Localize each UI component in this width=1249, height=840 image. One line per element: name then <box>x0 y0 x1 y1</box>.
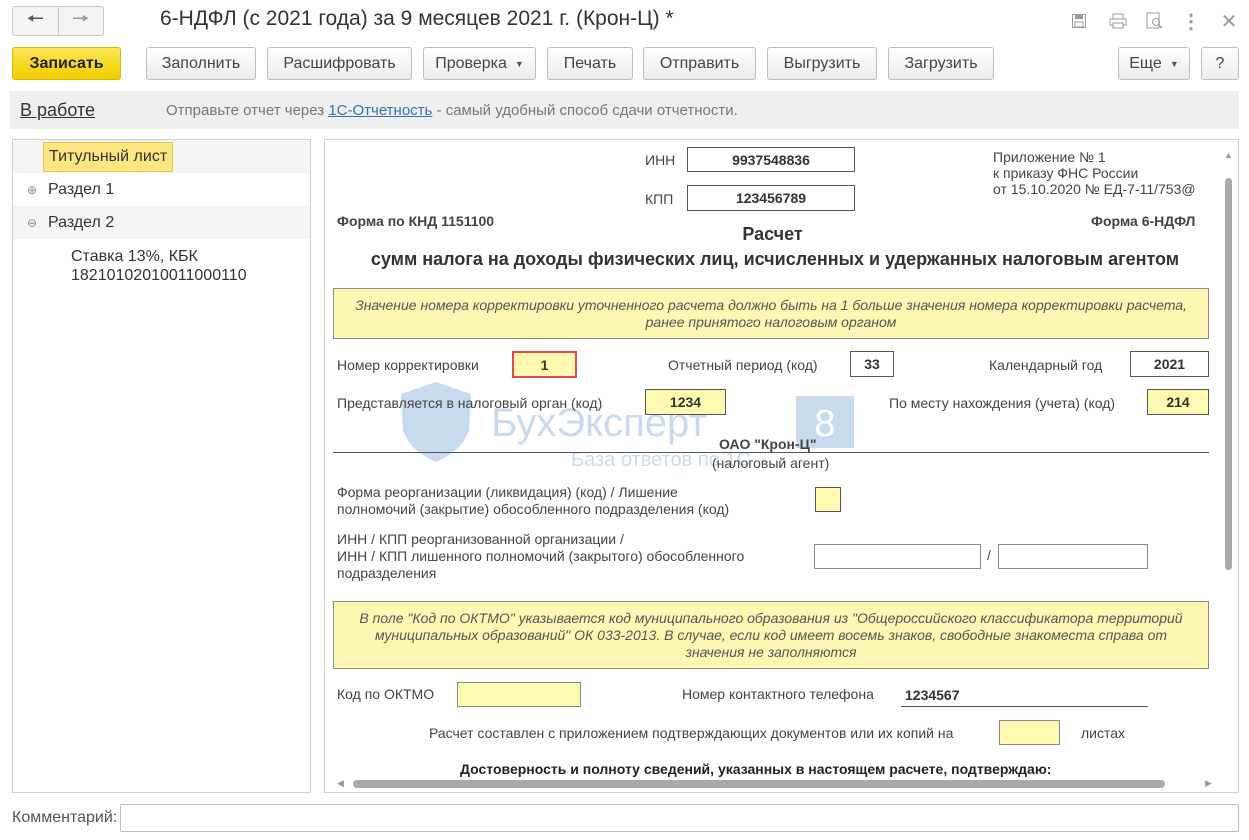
horizontal-scroll-thumb[interactable] <box>353 780 1165 788</box>
appendix-note: Приложение № 1 к приказу ФНС России от 1… <box>993 149 1196 197</box>
fill-button[interactable]: Заполнить <box>146 47 256 80</box>
appendix-line3: от 15.10.2020 № ЕД-7-11/753@ <box>993 181 1196 197</box>
phone-label: Номер контактного телефона <box>682 686 874 702</box>
check-dropdown-button[interactable]: Проверка ▼ <box>423 47 536 80</box>
tree-item-section2[interactable]: ⊖ Раздел 2 <box>13 206 310 239</box>
comment-label: Комментарий: <box>12 809 118 826</box>
more-button-label: Еще <box>1129 54 1162 72</box>
inn-kpp-label-line1: ИНН / КПП реорганизованной организации / <box>337 531 624 547</box>
check-button-label: Проверка <box>435 54 507 72</box>
decode-button[interactable]: Расшифровать <box>267 47 412 80</box>
info-text-before: Отправьте отчет через <box>166 102 329 119</box>
export-button[interactable]: Выгрузить <box>767 47 877 80</box>
chevron-down-icon: ▼ <box>514 58 524 69</box>
correction-field[interactable]: 1 <box>512 351 577 378</box>
period-field[interactable]: 33 <box>850 351 894 377</box>
nav-buttons: 🠔 🠖 <box>12 6 104 36</box>
close-icon[interactable]: ✕ <box>1218 10 1240 33</box>
appendix-line2: к приказу ФНС России <box>993 165 1139 181</box>
window-title: 6-НДФЛ (с 2021 года) за 9 месяцев 2021 г… <box>160 7 674 30</box>
period-label: Отчетный период (код) <box>668 357 818 373</box>
scroll-right-icon[interactable]: ▶ <box>1205 778 1212 789</box>
tree-item-section1[interactable]: ⊕ Раздел 1 <box>13 173 310 206</box>
info-text: Отправьте отчет через 1С-Отчетность - са… <box>166 102 738 119</box>
year-label: Календарный год <box>989 357 1103 373</box>
watermark-digit: 8 <box>814 403 835 445</box>
status-link[interactable]: В работе <box>20 100 95 121</box>
location-label: По месту нахождения (учета) (код) <box>889 395 1116 411</box>
tree-item-rate-13[interactable]: Ставка 13%, КБК 18210102010011000110 <box>71 247 247 285</box>
agent-name: ОАО "Крон-Ц" <box>719 436 817 452</box>
correction-hint: Значение номера корректировки уточненног… <box>333 288 1209 339</box>
sections-tree: Титульный лист ⊕ Раздел 1 ⊖ Раздел 2 Ста… <box>12 139 311 793</box>
reorg-label-line1: Форма реорганизации (ликвидация) (код) /… <box>337 484 678 500</box>
scroll-up-icon[interactable]: ▲ <box>1224 150 1233 160</box>
inn-kpp-reorg-label: ИНН / КПП реорганизованной организации /… <box>337 531 744 582</box>
more-dropdown-button[interactable]: Еще ▼ <box>1118 47 1190 80</box>
reorg-inn-field[interactable] <box>814 544 981 569</box>
sheets-suffix: листах <box>1081 725 1126 741</box>
reorg-label: Форма реорганизации (ликвидация) (код) /… <box>337 484 729 518</box>
oktmo-hint: В поле "Код по ОКТМО" указывается код му… <box>333 601 1209 669</box>
oktmo-label: Код по ОКТМО <box>337 686 435 702</box>
tree-item-title-page[interactable]: Титульный лист <box>13 140 310 173</box>
more-vert-icon[interactable]: ⋮ <box>1180 10 1202 33</box>
expand-plus-icon[interactable]: ⊕ <box>27 183 37 197</box>
vertical-scrollbar[interactable]: ▲ <box>1223 150 1233 750</box>
inn-field[interactable]: 9937548836 <box>687 147 855 172</box>
sheets-label: Расчет составлен с приложением подтвержд… <box>429 725 954 741</box>
preview-icon[interactable] <box>1144 10 1166 32</box>
import-button[interactable]: Загрузить <box>888 47 994 80</box>
report-form: БухЭксперт 8 База ответов по 1С ИНН 9937… <box>324 139 1239 793</box>
inn-kpp-label-line2: ИНН / КПП лишенного полномочий (закрытог… <box>337 548 745 564</box>
confirm-text: Достоверность и полноту сведений, указан… <box>460 761 1052 777</box>
inn-label: ИНН <box>645 152 676 168</box>
vertical-scroll-thumb[interactable] <box>1225 178 1232 570</box>
phone-field[interactable]: 1234567 <box>901 687 1148 707</box>
reporting-link[interactable]: 1С-Отчетность <box>328 102 432 119</box>
send-button[interactable]: Отправить <box>643 47 756 80</box>
print-icon[interactable] <box>1107 10 1129 32</box>
tree-item-section1-label: Раздел 1 <box>48 180 115 198</box>
kpp-label: КПП <box>645 191 674 207</box>
agent-caption: (налоговый агент) <box>712 455 830 471</box>
reorg-label-line2: полномочий (закрытие) обособленного подр… <box>337 501 730 517</box>
print-button[interactable]: Печать <box>547 47 633 80</box>
form-subtitle: сумм налога на доходы физических лиц, ис… <box>370 249 1180 269</box>
year-field[interactable]: 2021 <box>1130 351 1209 377</box>
forward-arrow-icon[interactable]: 🠖 <box>57 7 104 35</box>
reorg-kpp-field[interactable] <box>998 544 1148 569</box>
correction-label: Номер корректировки <box>337 357 479 373</box>
collapse-minus-icon[interactable]: ⊖ <box>27 216 37 230</box>
chevron-down-icon: ▼ <box>1169 58 1179 69</box>
inn-kpp-label-line3: подразделения <box>337 565 437 581</box>
tax-authority-label: Представляется в налоговый орган (код) <box>337 395 603 411</box>
inn-kpp-slash: / <box>987 547 991 563</box>
form-title: Расчет <box>742 224 803 244</box>
write-button[interactable]: Записать <box>12 47 121 80</box>
tree-item-section2-label: Раздел 2 <box>48 213 115 231</box>
reorg-code-field[interactable] <box>815 487 841 512</box>
kpp-field[interactable]: 123456789 <box>687 185 855 211</box>
help-button[interactable]: ? <box>1201 47 1239 80</box>
location-field[interactable]: 214 <box>1147 389 1209 415</box>
back-arrow-icon[interactable]: 🠔 <box>13 7 58 35</box>
comment-input[interactable] <box>120 804 1239 832</box>
agent-divider <box>333 452 1209 453</box>
tree-item-title-page-label[interactable]: Титульный лист <box>43 142 174 172</box>
appendix-line1: Приложение № 1 <box>993 149 1106 165</box>
oktmo-field[interactable] <box>457 682 581 707</box>
scroll-left-icon[interactable]: ◀ <box>337 778 344 789</box>
info-text-after: - самый удобный способ сдачи отчетности. <box>432 102 738 119</box>
sheets-field[interactable] <box>999 720 1060 745</box>
tree-child-line2: 18210102010011000110 <box>71 267 247 284</box>
tree-child-line1: Ставка 13%, КБК <box>71 248 198 265</box>
save-icon[interactable] <box>1068 10 1090 32</box>
tax-authority-field[interactable]: 1234 <box>645 389 726 415</box>
